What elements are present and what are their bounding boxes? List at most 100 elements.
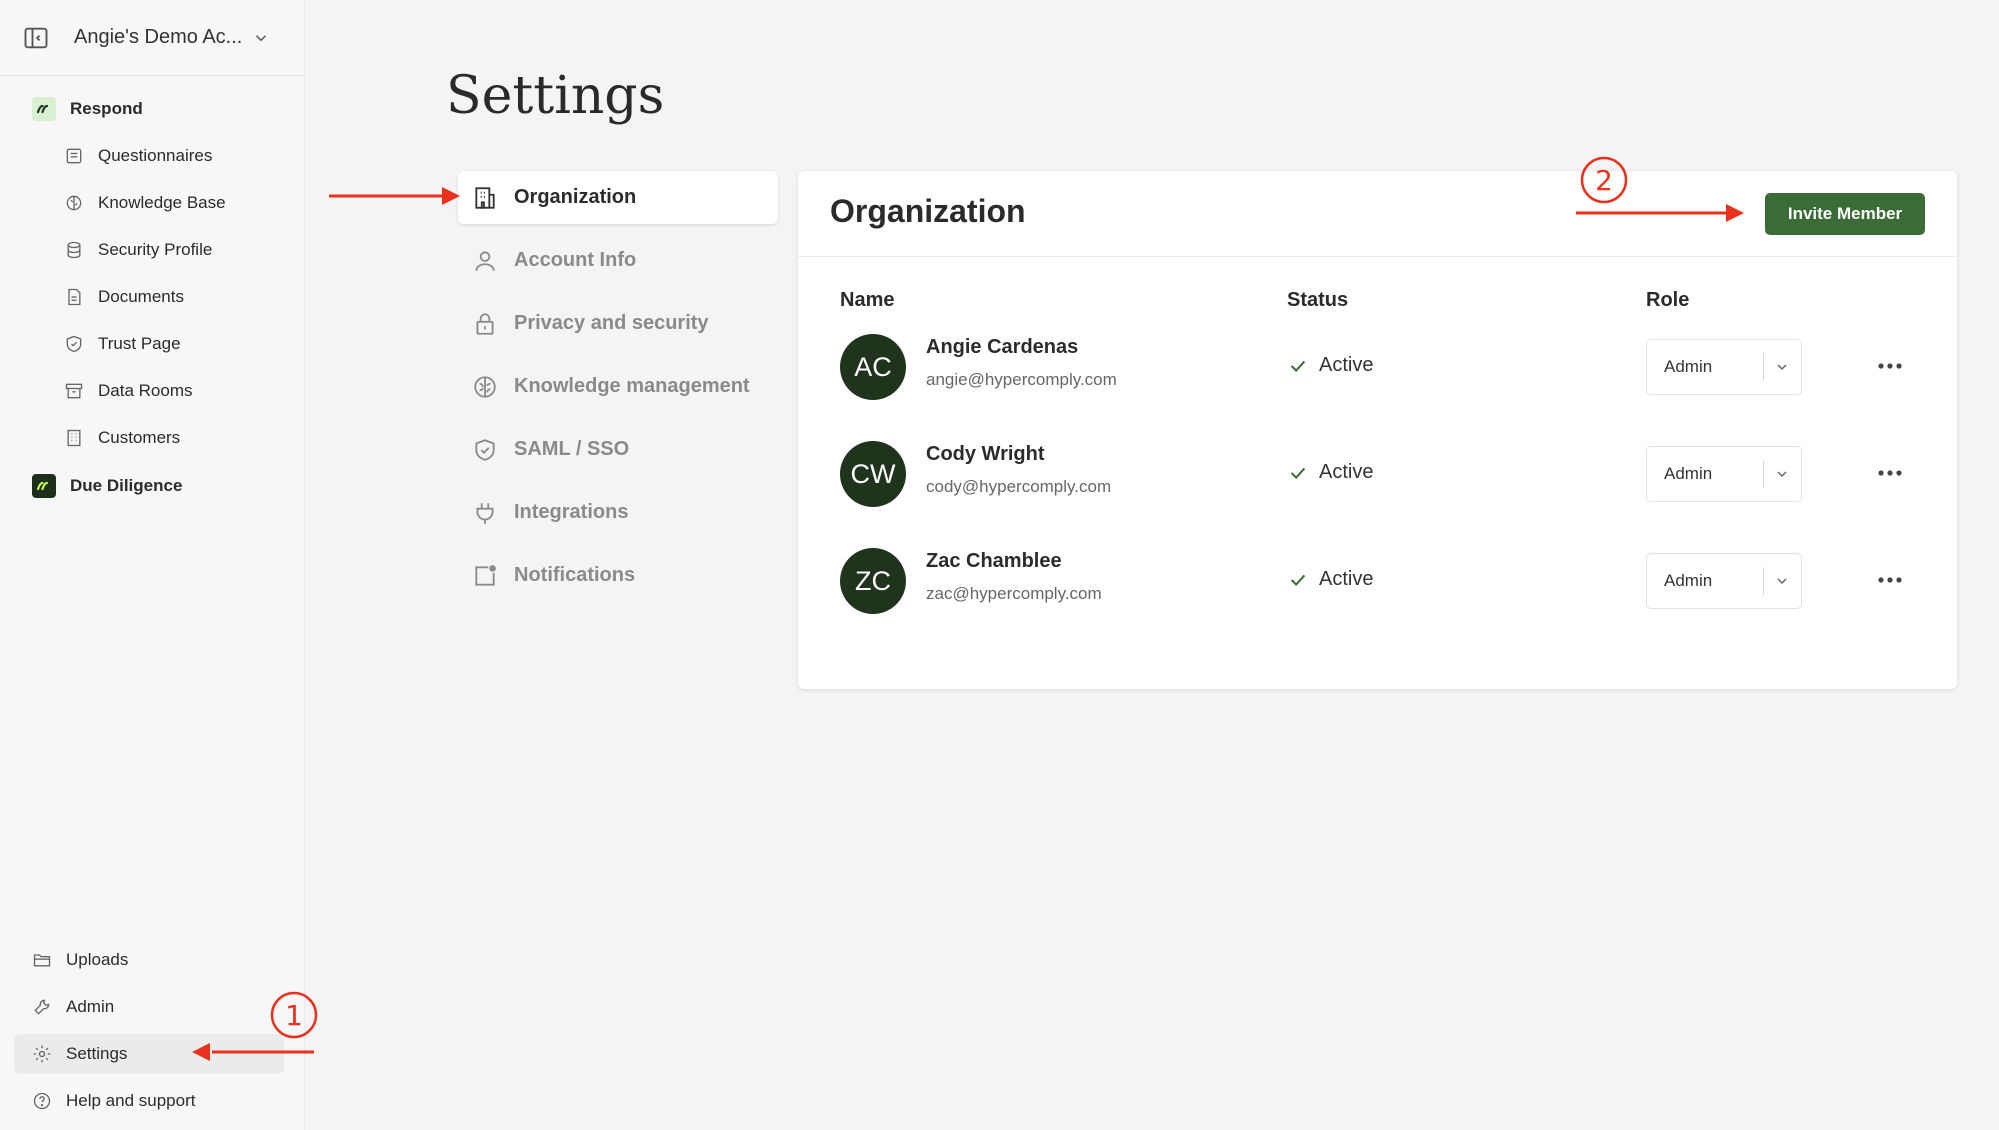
- building-icon: [64, 428, 84, 448]
- divider: [1763, 567, 1764, 595]
- sidebar-toggle-icon[interactable]: [22, 24, 50, 52]
- member-row: AC Angie Cardenas angie@hypercomply.com …: [798, 334, 1957, 424]
- role-value: Admin: [1664, 571, 1713, 590]
- settings-nav-label: Integrations: [514, 501, 629, 523]
- due-diligence-logo-icon: [32, 474, 56, 498]
- sidebar-item-label: Customers: [98, 428, 181, 447]
- account-switcher[interactable]: Angie's Demo Ac...: [0, 0, 304, 76]
- sidebar-item-label: Settings: [66, 1044, 128, 1063]
- sidebar-item-data-rooms[interactable]: Data Rooms: [0, 371, 304, 411]
- account-name[interactable]: Angie's Demo Ac...: [74, 26, 242, 49]
- member-row: ZC Zac Chamblee zac@hypercomply.com Acti…: [798, 548, 1957, 638]
- more-options-icon[interactable]: [1876, 568, 1904, 592]
- member-email: zac@hypercomply.com: [926, 584, 1102, 603]
- building-icon: [472, 185, 498, 211]
- status-text: Active: [1319, 568, 1374, 590]
- sidebar-item-label: Data Rooms: [98, 381, 193, 400]
- sidebar-item-uploads[interactable]: Uploads: [14, 940, 284, 980]
- sidebar-item-label: Respond: [70, 99, 143, 118]
- shield-check-icon: [472, 437, 498, 463]
- sidebar-item-due-diligence[interactable]: Due Diligence: [0, 466, 304, 506]
- settings-nav-organization[interactable]: Organization: [458, 171, 778, 224]
- notification-icon: [472, 563, 498, 589]
- role-select[interactable]: Admin: [1646, 339, 1802, 395]
- gear-icon: [32, 1044, 52, 1064]
- settings-nav-label: Notifications: [514, 564, 636, 586]
- organization-card: Organization Invite Member Name Status R…: [798, 171, 1957, 689]
- check-icon: [1287, 569, 1309, 591]
- chevron-down-icon[interactable]: [252, 29, 270, 47]
- invite-member-button[interactable]: Invite Member: [1765, 193, 1925, 235]
- member-status: Active: [1287, 354, 1373, 377]
- role-select[interactable]: Admin: [1646, 553, 1802, 609]
- more-options-icon[interactable]: [1876, 354, 1904, 378]
- sidebar-item-label: Due Diligence: [70, 476, 183, 495]
- sidebar-item-respond[interactable]: Respond: [0, 89, 304, 129]
- chevron-down-icon[interactable]: [1774, 573, 1790, 589]
- settings-nav-label: SAML / SSO: [514, 438, 630, 460]
- brain-icon: [64, 193, 84, 213]
- chevron-down-icon[interactable]: [1774, 359, 1790, 375]
- settings-nav-saml-sso[interactable]: SAML / SSO: [458, 423, 778, 476]
- wrench-icon: [32, 997, 52, 1017]
- status-text: Active: [1319, 461, 1374, 483]
- member-email: cody@hypercomply.com: [926, 477, 1112, 496]
- archive-icon: [64, 381, 84, 401]
- sidebar-item-documents[interactable]: Documents: [0, 277, 304, 317]
- settings-nav-account-info[interactable]: Account Info: [458, 234, 778, 287]
- sidebar-item-admin[interactable]: Admin: [14, 987, 284, 1027]
- settings-nav-privacy[interactable]: Privacy and security: [458, 297, 778, 350]
- role-value: Admin: [1664, 464, 1713, 483]
- sidebar-item-questionnaires[interactable]: Questionnaires: [0, 136, 304, 176]
- shield-icon: [64, 334, 84, 354]
- check-icon: [1287, 355, 1309, 377]
- role-value: Admin: [1664, 357, 1713, 376]
- member-name: Zac Chamblee: [926, 550, 1062, 572]
- settings-nav-label: Account Info: [514, 249, 637, 271]
- member-status: Active: [1287, 461, 1373, 484]
- arrow-to-organization: [329, 187, 460, 205]
- organization-title: Organization: [830, 193, 1026, 229]
- sidebar-item-label: Questionnaires: [98, 146, 213, 165]
- status-text: Active: [1319, 354, 1374, 376]
- sidebar-item-trust-page[interactable]: Trust Page: [0, 324, 304, 364]
- brain-icon: [472, 374, 498, 400]
- role-select[interactable]: Admin: [1646, 446, 1802, 502]
- more-options-icon[interactable]: [1876, 461, 1904, 485]
- sidebar-item-help[interactable]: Help and support: [14, 1081, 284, 1121]
- settings-nav-notifications[interactable]: Notifications: [458, 549, 778, 602]
- member-row: CW Cody Wright cody@hypercomply.com Acti…: [798, 441, 1957, 531]
- sidebar-item-label: Documents: [98, 287, 184, 306]
- avatar: CW: [840, 441, 906, 507]
- respond-logo-icon: [32, 97, 56, 121]
- settings-nav-integrations[interactable]: Integrations: [458, 486, 778, 539]
- check-icon: [1287, 462, 1309, 484]
- chevron-down-icon[interactable]: [1774, 466, 1790, 482]
- folder-icon: [32, 950, 52, 970]
- member-name: Angie Cardenas: [926, 336, 1079, 358]
- avatar: ZC: [840, 548, 906, 614]
- settings-nav-label: Knowledge management: [514, 375, 750, 397]
- sidebar-item-knowledge-base[interactable]: Knowledge Base: [0, 183, 304, 223]
- sidebar-item-label: Admin: [66, 997, 115, 1016]
- settings-nav-knowledge-management[interactable]: Knowledge management: [458, 360, 778, 413]
- sidebar-item-settings[interactable]: Settings: [14, 1034, 284, 1074]
- sidebar-item-label: Knowledge Base: [98, 193, 226, 212]
- help-icon: [32, 1091, 52, 1111]
- member-email: angie@hypercomply.com: [926, 370, 1117, 389]
- page-title: Settings: [446, 66, 665, 126]
- sidebar-item-security-profile[interactable]: Security Profile: [0, 230, 304, 270]
- lock-icon: [472, 311, 498, 337]
- avatar: AC: [840, 334, 906, 400]
- sidebar-item-label: Trust Page: [98, 334, 181, 353]
- sidebar-item-label: Help and support: [66, 1091, 196, 1110]
- divider: [1763, 353, 1764, 381]
- member-status: Active: [1287, 568, 1373, 591]
- divider: [1763, 460, 1764, 488]
- column-header-status: Status: [1287, 289, 1349, 311]
- sidebar-item-label: Security Profile: [98, 240, 213, 259]
- settings-nav-label: Organization: [514, 186, 637, 208]
- column-header-role: Role: [1646, 289, 1690, 311]
- list-icon: [64, 146, 84, 166]
- sidebar-item-customers[interactable]: Customers: [0, 418, 304, 458]
